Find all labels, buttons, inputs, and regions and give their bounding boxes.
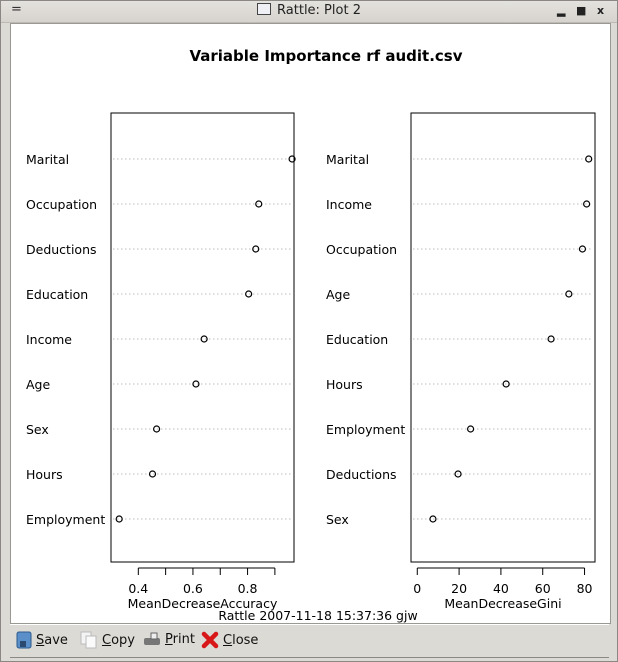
category-label: Marital [326, 152, 369, 167]
plot-canvas: Variable Importance rf audit.csv Marital… [10, 23, 611, 624]
close-label: Close [223, 632, 259, 648]
save-label: Save [36, 632, 68, 648]
category-label: Education [26, 287, 88, 302]
title-bar[interactable]: = Rattle: Plot 2 ▂ ■ x [1, 1, 617, 23]
close-button[interactable]: Close [201, 631, 258, 649]
x-axis-label: MeanDecreaseGini [444, 596, 561, 611]
data-point [153, 425, 161, 433]
minimize-button[interactable]: ▂ [557, 4, 565, 17]
window-title: Rattle: Plot 2 [1, 3, 617, 18]
category-label: Income [26, 332, 72, 347]
copy-button[interactable]: Copy [80, 631, 135, 649]
category-label: Employment [26, 512, 105, 527]
window-title-text: Rattle: Plot 2 [277, 3, 361, 18]
category-label: Sex [326, 512, 349, 527]
data-point [245, 290, 253, 298]
print-button[interactable]: Print [143, 631, 195, 647]
close-window-button[interactable]: x [597, 4, 604, 17]
category-label: Deductions [326, 467, 397, 482]
print-label: Print [165, 631, 195, 647]
category-label: Marital [26, 152, 69, 167]
variable-importance-chart: Variable Importance rf audit.csv Marital… [26, 47, 596, 623]
category-label: Hours [326, 377, 363, 392]
x-tick-label: 60 [535, 581, 551, 596]
category-label: Hours [26, 467, 63, 482]
plot-frame-2 [410, 112, 596, 563]
data-point [565, 290, 573, 298]
toolbar: Save Copy Print Close [10, 624, 609, 658]
category-label: Deductions [26, 242, 97, 257]
chart-footer: Rattle 2007-11-18 15:37:36 gjw [218, 608, 417, 623]
category-label: Education [326, 332, 388, 347]
maximize-button[interactable]: ■ [576, 4, 586, 17]
chart-title: Variable Importance rf audit.csv [189, 47, 462, 65]
category-label: Occupation [26, 197, 97, 212]
x-tick-label: 20 [451, 581, 467, 596]
save-button[interactable]: Save [16, 631, 68, 649]
data-point [429, 515, 437, 523]
x-tick-label: 80 [577, 581, 593, 596]
plot-frame-1 [110, 112, 295, 563]
category-label: Sex [26, 422, 49, 437]
data-point [255, 200, 263, 208]
x-tick-label: 0.4 [128, 581, 148, 596]
category-label: Income [326, 197, 372, 212]
x-tick-label: 0.6 [183, 581, 203, 596]
copy-label: Copy [102, 632, 135, 648]
window-icon [257, 3, 272, 15]
copy-icon [80, 631, 97, 649]
save-icon [16, 631, 32, 649]
category-label: Age [26, 377, 50, 392]
x-tick-label: 40 [493, 581, 509, 596]
data-point [583, 200, 591, 208]
data-point [585, 155, 593, 163]
category-label: Occupation [326, 242, 397, 257]
plot-window: = Rattle: Plot 2 ▂ ■ x Variable Importan… [0, 0, 618, 662]
x-tick-label: 0.8 [238, 581, 258, 596]
category-label: Employment [326, 422, 405, 437]
category-label: Age [326, 287, 350, 302]
x-tick-label: 0 [413, 581, 421, 596]
close-icon [201, 631, 219, 649]
print-icon [144, 632, 160, 645]
data-point [466, 425, 475, 433]
